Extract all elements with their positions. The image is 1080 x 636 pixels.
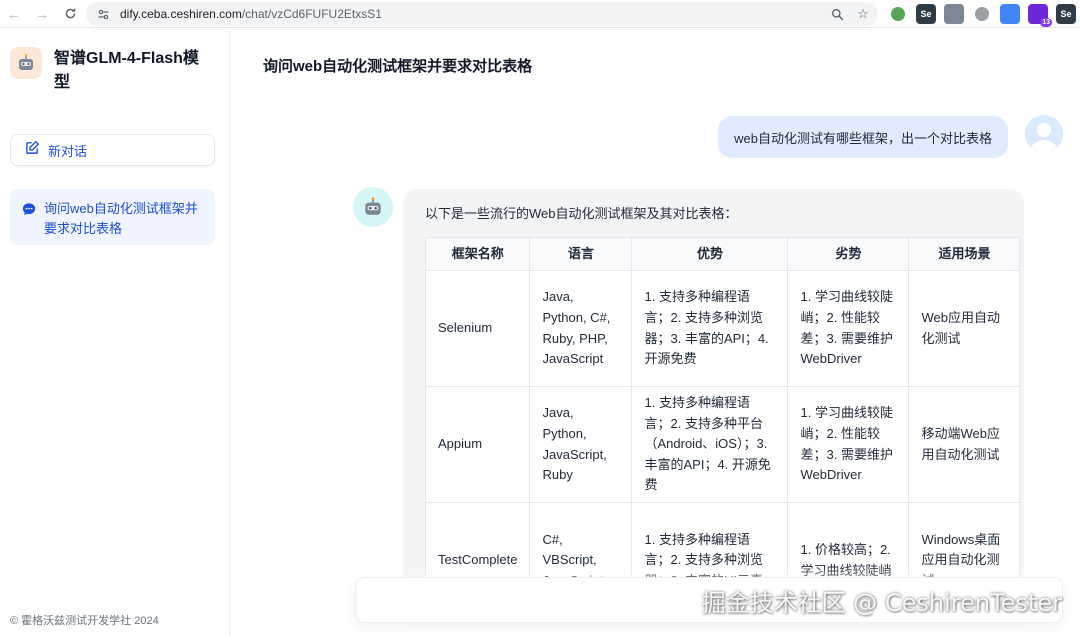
table-cell: 移动端Web应用自动化测试 bbox=[908, 386, 1021, 503]
table-row: Selenium Java, Python, C#, Ruby, PHP, Ja… bbox=[424, 270, 1021, 387]
user-message: web自动化测试有哪些框架，出一个对比表格 bbox=[718, 116, 1008, 158]
app-title: 智谱GLM-4-Flash模型 bbox=[54, 50, 199, 91]
url-text: dify.ceba.ceshiren.com/chat/vzCd6FUFU2Et… bbox=[120, 7, 382, 21]
zoom-icon[interactable] bbox=[828, 5, 846, 23]
table-cell: Selenium bbox=[424, 270, 531, 387]
table-header: 优势 bbox=[631, 237, 789, 271]
table-cell: 1. 学习曲线较陡峭；2. 性能较差；3. 需要维护WebDriver bbox=[787, 270, 910, 387]
user-avatar bbox=[1025, 115, 1063, 153]
reload-icon[interactable] bbox=[56, 0, 84, 28]
conversation-item[interactable]: 询问web自动化测试框架并要求对比表格 bbox=[10, 189, 215, 245]
copyright-footer: © 霍格沃兹测试开发学社 2024 bbox=[10, 615, 159, 627]
table-header: 框架名称 bbox=[424, 237, 531, 271]
table-cell: 1. 支持多种编程语言；2. 支持多种浏览器；3. 丰富的API；4. 开源免费 bbox=[631, 270, 789, 387]
table-row: Appium Java, Python, JavaScript, Ruby 1.… bbox=[424, 386, 1021, 503]
translate-extension-icon[interactable] bbox=[1000, 4, 1020, 24]
sidebar: 智谱GLM-4-Flash模型 新对话 询问web自动化测试框架并要求对比表格 … bbox=[0, 29, 230, 636]
table-header: 语言 bbox=[529, 237, 633, 271]
circle-extension-icon[interactable] bbox=[975, 7, 989, 21]
table-cell: Java, Python, C#, Ruby, PHP, JavaScript bbox=[529, 270, 633, 387]
new-chat-button[interactable]: 新对话 bbox=[10, 134, 215, 166]
green-dot-extension-icon[interactable] bbox=[891, 7, 905, 21]
watermark: 掘金技术社区 @ CeshirenTester bbox=[701, 589, 1062, 617]
address-bar[interactable]: dify.ceba.ceshiren.com/chat/vzCd6FUFU2Et… bbox=[86, 2, 878, 26]
site-settings-icon[interactable] bbox=[94, 5, 112, 23]
chat-bubble-icon bbox=[22, 202, 36, 245]
conversation-label: 询问web自动化测试框架并要求对比表格 bbox=[44, 201, 198, 236]
chat-main: 询问web自动化测试框架并要求对比表格 web自动化测试有哪些框架，出一个对比表… bbox=[231, 29, 1080, 636]
url-path: /chat/vzCd6FUFU2EtxsS1 bbox=[241, 7, 382, 21]
bot-intro-text: 以下是一些流行的Web自动化测试框架及其对比表格： bbox=[425, 206, 738, 221]
back-icon[interactable]: ← bbox=[0, 0, 28, 28]
table-cell: Java, Python, JavaScript, Ruby bbox=[529, 386, 633, 503]
se-extension-2-icon[interactable]: Se bbox=[1056, 4, 1076, 24]
forward-icon[interactable]: → bbox=[28, 0, 56, 28]
new-chat-label: 新对话 bbox=[48, 143, 88, 159]
table-header: 适用场景 bbox=[908, 237, 1021, 271]
bookmark-star-icon[interactable]: ☆ bbox=[854, 5, 872, 23]
table-cell: 1. 支持多种编程语言；2. 支持多种平台（Android、iOS）；3. 丰富… bbox=[631, 386, 789, 503]
bot-avatar bbox=[353, 187, 393, 227]
browser-toolbar: ← → dify.ceba.ceshiren.com/chat/vzCd6FUF… bbox=[0, 0, 1080, 28]
se-extension-1-icon[interactable]: Se bbox=[916, 4, 936, 24]
url-host: dify.ceba.ceshiren.com bbox=[120, 7, 242, 21]
robot-icon bbox=[10, 47, 42, 79]
comparison-table: 框架名称 语言 优势 劣势 适用场景 Selenium Java, Python… bbox=[424, 237, 1021, 619]
extensions-bar: Se 13 Se bbox=[888, 4, 1076, 27]
table-cell: Appium bbox=[424, 386, 531, 503]
vee-extension-icon[interactable] bbox=[944, 4, 964, 24]
table-cell: Web应用自动化测试 bbox=[908, 270, 1021, 387]
octo-extension-icon[interactable]: 13 bbox=[1028, 4, 1052, 27]
app-header: 智谱GLM-4-Flash模型 bbox=[10, 47, 214, 95]
table-header-row: 框架名称 语言 优势 劣势 适用场景 bbox=[424, 237, 1021, 271]
table-cell: 1. 学习曲线较陡峭；2. 性能较差；3. 需要维护WebDriver bbox=[787, 386, 910, 503]
conversation-title: 询问web自动化测试框架并要求对比表格 bbox=[263, 58, 533, 75]
table-header: 劣势 bbox=[787, 237, 910, 271]
edit-icon bbox=[25, 140, 40, 160]
